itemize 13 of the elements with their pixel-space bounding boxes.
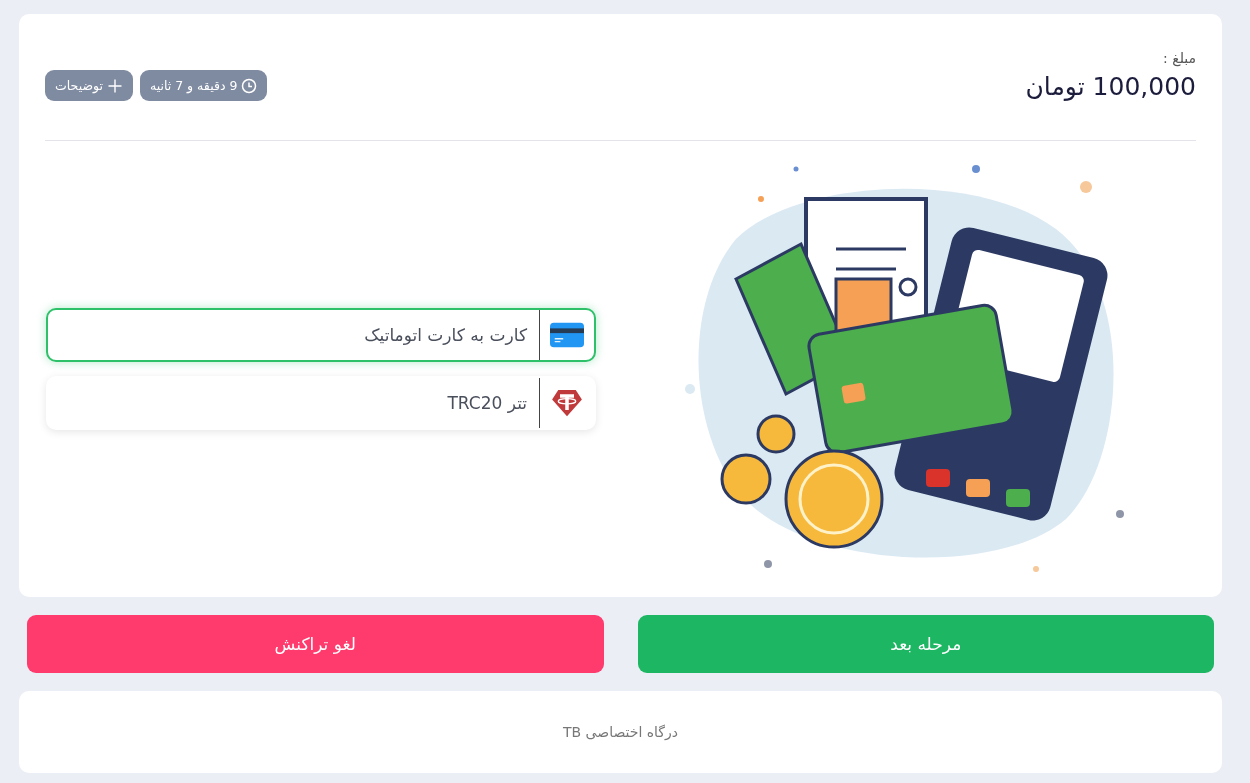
footer-text: درگاه اختصاصی TB	[562, 724, 679, 740]
cancel-transaction-button[interactable]: لغو تراکنش	[27, 615, 604, 673]
next-step-button[interactable]: مرحله بعد	[637, 615, 1214, 673]
tether-logo-icon	[550, 389, 584, 417]
credit-card-icon	[550, 321, 584, 349]
amount-label: مبلغ :	[1163, 50, 1196, 66]
clock-icon	[241, 77, 258, 94]
payment-method-option[interactable]: کارت به کارت اتوماتیک	[46, 308, 596, 362]
payment-method-option[interactable]: تتر TRC20	[46, 376, 596, 430]
amount-value: 100,000 تومان	[1025, 72, 1196, 101]
timer-button[interactable]: 9 دقیقه و 7 ثانیه	[139, 70, 268, 101]
plus-icon	[106, 77, 123, 94]
notes-button[interactable]: توضیحات	[45, 70, 133, 101]
